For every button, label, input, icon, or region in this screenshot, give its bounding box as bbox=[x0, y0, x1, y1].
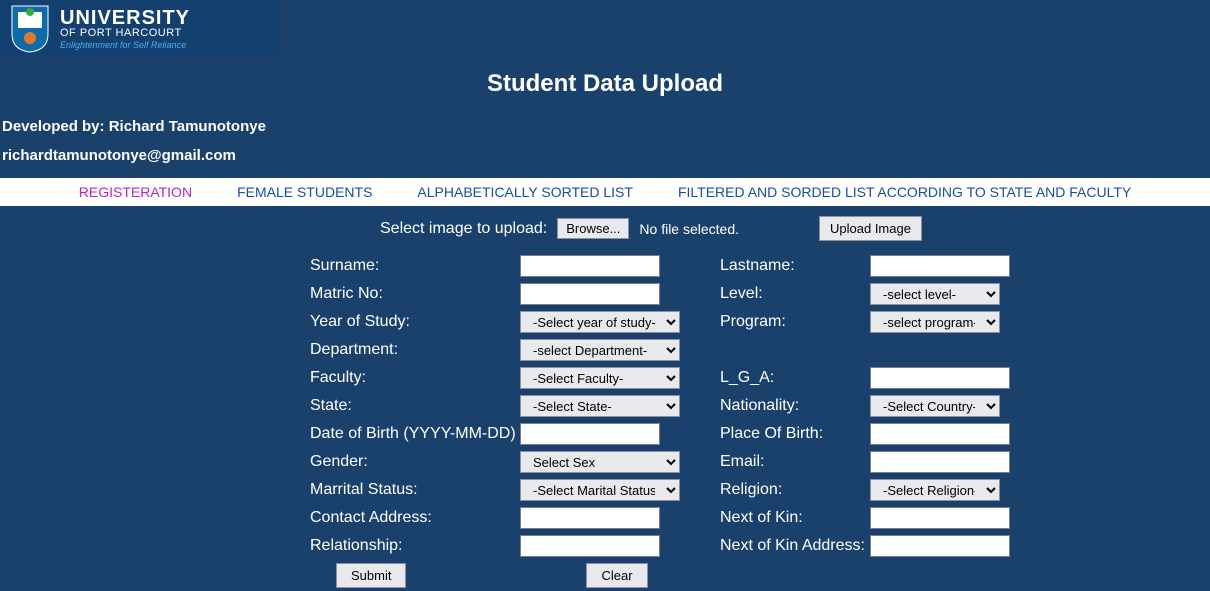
lga-input[interactable] bbox=[870, 367, 1010, 389]
pob-label: Place Of Birth: bbox=[720, 425, 870, 443]
department-label: Department: bbox=[310, 341, 520, 359]
clear-button[interactable]: Clear bbox=[586, 563, 647, 588]
contact-input[interactable] bbox=[520, 507, 660, 529]
developer-line: Developed by: Richard Tamunotonye bbox=[0, 116, 1210, 145]
relationship-label: Relationship: bbox=[310, 537, 520, 555]
relationship-input[interactable] bbox=[520, 535, 660, 557]
pob-input[interactable] bbox=[870, 423, 1010, 445]
upload-row: Select image to upload: Browse... No fil… bbox=[0, 206, 1210, 255]
no-file-text: No file selected. bbox=[639, 221, 739, 237]
matric-label: Matric No: bbox=[310, 285, 520, 303]
nav-filtered-sorted[interactable]: FILTERED AND SORDED LIST ACCORDING TO ST… bbox=[678, 184, 1131, 200]
surname-input[interactable] bbox=[520, 255, 660, 277]
religion-label: Religion: bbox=[720, 481, 870, 499]
faculty-select[interactable]: -Select Faculty- bbox=[520, 367, 680, 389]
university-logo-icon bbox=[10, 4, 50, 54]
contact-label: Contact Address: bbox=[310, 509, 520, 527]
nok-addr-input[interactable] bbox=[870, 535, 1010, 557]
gender-select[interactable]: Select Sex bbox=[520, 451, 680, 473]
state-select[interactable]: -Select State- bbox=[520, 395, 680, 417]
browse-button[interactable]: Browse... bbox=[557, 218, 629, 239]
logo-bar: UNIVERSITY OF PORT HARCOURT Enlightenmen… bbox=[0, 0, 280, 58]
button-row: Submit Clear bbox=[0, 563, 1210, 588]
year-select[interactable]: -Select year of study- bbox=[520, 311, 680, 333]
matric-input[interactable] bbox=[520, 283, 660, 305]
nok-label: Next of Kin: bbox=[720, 509, 870, 527]
logo-university: UNIVERSITY bbox=[60, 8, 190, 28]
logo-subtitle: OF PORT HARCOURT bbox=[60, 28, 190, 39]
department-select[interactable]: -select Department- bbox=[520, 339, 680, 361]
faculty-label: Faculty: bbox=[310, 369, 520, 387]
email-label: Email: bbox=[720, 453, 870, 471]
nok-input[interactable] bbox=[870, 507, 1010, 529]
logo-tagline: Enlightenment for Self Reliance bbox=[60, 41, 190, 50]
nationality-select[interactable]: -Select Country- bbox=[870, 395, 1000, 417]
marital-select[interactable]: -Select Marital Status- bbox=[520, 479, 680, 501]
lga-label: L_G_A: bbox=[720, 369, 870, 387]
upload-image-button[interactable]: Upload Image bbox=[819, 216, 922, 241]
religion-select[interactable]: -Select Religion- bbox=[870, 479, 1000, 501]
gender-label: Gender: bbox=[310, 453, 520, 471]
developer-email: richardtamunotonye@gmail.com bbox=[0, 145, 1210, 178]
dob-label: Date of Birth (YYYY-MM-DD) bbox=[310, 425, 520, 443]
year-label: Year of Study: bbox=[310, 313, 520, 331]
page-title: Student Data Upload bbox=[0, 70, 1210, 98]
dob-input[interactable] bbox=[520, 423, 660, 445]
program-label: Program: bbox=[720, 313, 870, 331]
state-label: State: bbox=[310, 397, 520, 415]
nav-registration[interactable]: REGISTERATION bbox=[79, 184, 192, 200]
lastname-label: Lastname: bbox=[720, 257, 870, 275]
email-input[interactable] bbox=[870, 451, 1010, 473]
nav-alpha-sorted[interactable]: ALPHABETICALLY SORTED LIST bbox=[417, 184, 633, 200]
program-select[interactable]: -select program- bbox=[870, 311, 1000, 333]
nok-addr-label: Next of Kin Address: bbox=[720, 537, 870, 555]
marital-label: Marrital Status: bbox=[310, 481, 520, 499]
level-select[interactable]: -select level- bbox=[870, 283, 1000, 305]
upload-label: Select image to upload: bbox=[380, 220, 547, 238]
lastname-input[interactable] bbox=[870, 255, 1010, 277]
form-area: Surname: Lastname: Matric No: Level: -se… bbox=[0, 255, 1210, 557]
nav-bar: REGISTERATION FEMALE STUDENTS ALPHABETIC… bbox=[0, 178, 1210, 206]
level-label: Level: bbox=[720, 285, 870, 303]
submit-button[interactable]: Submit bbox=[336, 563, 406, 588]
nav-female-students[interactable]: FEMALE STUDENTS bbox=[237, 184, 372, 200]
nationality-label: Nationality: bbox=[720, 397, 870, 415]
surname-label: Surname: bbox=[310, 257, 520, 275]
